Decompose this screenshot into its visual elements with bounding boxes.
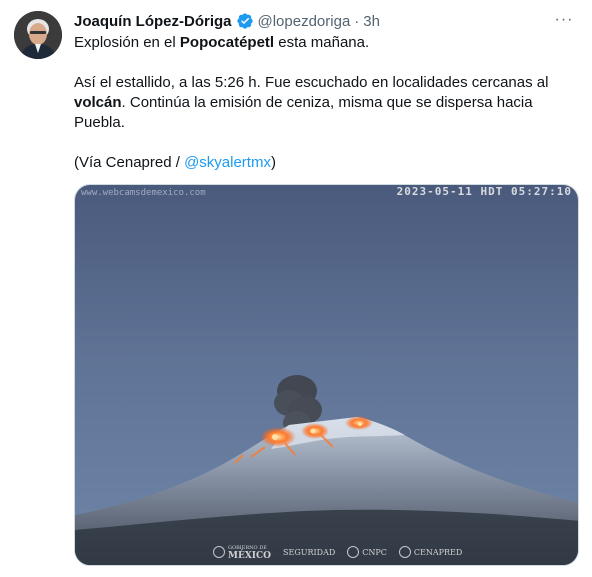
text-bold-popocatepetl: Popocatépetl [179, 34, 275, 51]
tweet-paragraph-1: Explosión en el Popocatépetl esta mañana… [74, 33, 574, 53]
separator-dot: · [354, 12, 360, 30]
tweet-paragraph-3: (Vía Cenapred / @skyalertmx) [74, 153, 574, 173]
seal-icon [213, 546, 225, 558]
text-segment: esta mañana. [274, 34, 370, 51]
cenapred-label: CENAPRED [413, 547, 463, 557]
cnpc-label: CNPC [362, 547, 387, 557]
mention-link-skyalertmx[interactable]: @skyalertmx [184, 154, 271, 171]
seal-icon [398, 546, 411, 558]
cnpc-logo: CNPC [347, 546, 387, 558]
tweet-text: Explosión en el Popocatépetl esta mañana… [74, 33, 574, 173]
avatar-image [14, 11, 62, 59]
author-handle[interactable]: @lopezdoriga [258, 13, 351, 30]
more-options-icon[interactable]: ··· [554, 10, 574, 30]
camera-timestamp: 2023-05-11 HDT 05:27:10 [396, 185, 572, 198]
gobierno-logo: GOBIERNO DE MÉXICO [213, 544, 272, 561]
cenapred-logo: CENAPRED [398, 546, 463, 558]
verified-badge-icon [236, 12, 254, 30]
text-segment: Explosión en el [74, 34, 180, 51]
tweet-paragraph-2: Así el estallido, a las 5:26 h. Fue escu… [74, 73, 574, 133]
author-name[interactable]: Joaquín López-Dóriga [74, 13, 232, 30]
webcam-watermark: www.webcamsdemexico.com [81, 188, 206, 198]
seguridad-label: SEGURIDAD [283, 547, 336, 557]
text-bold-volcan: volcán [74, 94, 122, 111]
text-segment: ) [270, 154, 276, 171]
timestamp[interactable]: 3h [363, 13, 380, 30]
text-segment: . Continúa la emisión de ceniza, misma q… [74, 94, 533, 131]
text-segment: Así el estallido, a las 5:26 h. Fue escu… [74, 74, 549, 91]
tweet-media-image[interactable]: www.webcamsdemexico.com 2023-05-11 HDT 0… [74, 184, 579, 566]
tweet-card[interactable]: Joaquín López-Dóriga @lopezdoriga · 3h ·… [0, 0, 592, 577]
volcano-photo [75, 185, 578, 565]
avatar[interactable] [14, 11, 62, 59]
seguridad-logo: SEGURIDAD [283, 548, 335, 557]
tweet-header: Joaquín López-Dóriga @lopezdoriga · 3h [74, 11, 380, 31]
seal-icon [347, 546, 360, 558]
text-segment: (Vía Cenapred / [74, 154, 185, 171]
gobierno-label-main: MÉXICO [228, 551, 272, 561]
agency-logos: GOBIERNO DE MÉXICO SEGURIDAD CNPC CENAPR… [213, 544, 463, 561]
